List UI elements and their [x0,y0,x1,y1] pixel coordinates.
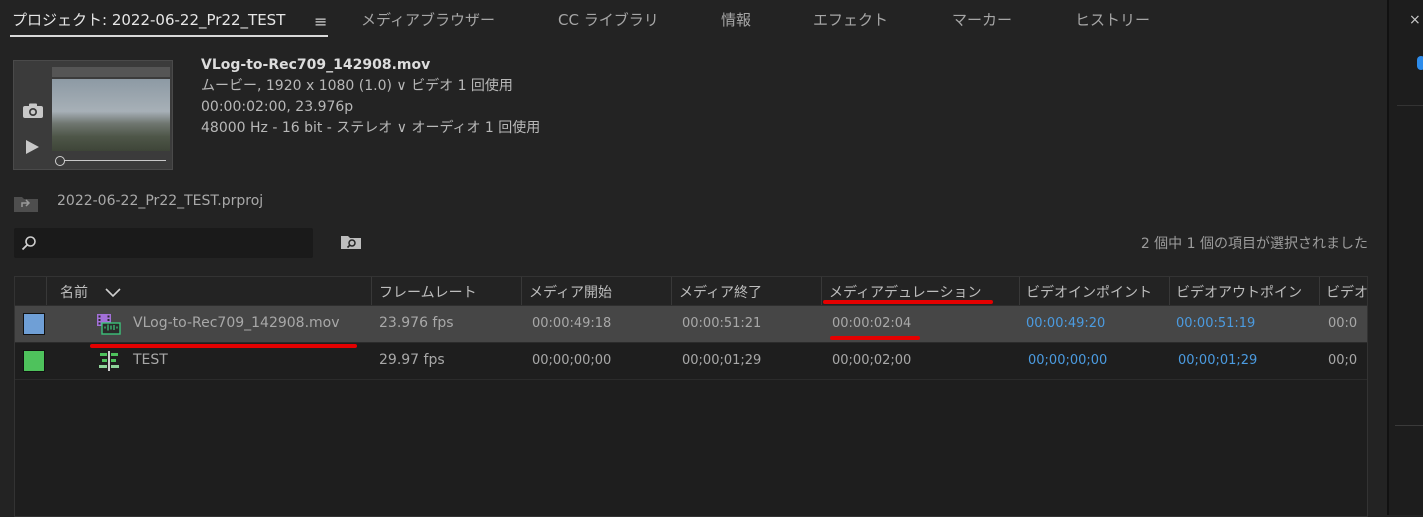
sequence-icon [99,351,119,371]
search-input[interactable] [14,228,313,258]
column-divider [371,277,372,305]
tab-info[interactable]: 情報 [721,9,751,30]
clip-video-info: ムービー, 1920 x 1080 (1.0) ∨ ビデオ 1 回使用 [201,78,513,94]
item-media-end: 00:00:51:21 [682,316,762,331]
scrubber-handle[interactable] [55,156,65,166]
tab-history[interactable]: ヒストリー [1075,9,1150,30]
item-name[interactable]: TEST [133,352,168,368]
item-name[interactable]: VLog-to-Rec709_142908.mov [133,315,340,331]
label-color-swatch[interactable] [23,313,45,335]
annotation-underline [90,344,357,348]
item-media-duration: 00;00;02;00 [832,353,912,368]
video-clip-icon [97,314,121,335]
search-icon [21,236,36,251]
active-tab-underline [10,35,328,37]
chevron-down-icon[interactable] [105,288,121,298]
annotation-underline [823,300,993,304]
clip-time-info: 00:00:02:00, 23.976p [201,99,354,115]
table-row[interactable]: VLog-to-Rec709_142908.mov 23.976 fps 00:… [15,306,1367,343]
clip-audio-info: 48000 Hz - 16 bit - ステレオ ∨ オーディオ 1 回使用 [201,120,541,136]
divider [1397,105,1423,106]
selection-status: 2 個中 1 個の項目が選択されました [1140,236,1368,252]
item-video-more: 00;0 [1328,353,1358,368]
item-media-duration: 00:00:02:04 [832,316,912,331]
close-icon[interactable]: × [1409,12,1421,28]
column-divider [521,277,522,305]
clip-thumbnail[interactable] [13,60,173,170]
clip-filename: VLog-to-Rec709_142908.mov [201,57,431,73]
item-media-end: 00;00;01;29 [682,353,762,368]
item-frame-rate: 29.97 fps [379,352,445,368]
column-header-frame-rate[interactable]: フレームレート [379,282,477,302]
column-header-name[interactable]: 名前 [60,282,88,302]
new-search-bin-icon[interactable] [340,234,362,250]
item-media-start: 00:00:49:18 [532,316,612,331]
item-video-in[interactable]: 00:00:49:20 [1026,316,1105,331]
column-header-video-in[interactable]: ビデオインポイント [1026,282,1152,302]
column-header-media-end[interactable]: メディア終了 [679,282,762,302]
thumbnail-top-bar [52,67,170,77]
item-video-out[interactable]: 00;00;01;29 [1178,353,1257,368]
play-icon[interactable] [24,139,40,155]
clip-info: VLog-to-Rec709_142908.mov ムービー, 1920 x 1… [201,55,540,139]
column-header-media-start[interactable]: メディア開始 [529,282,612,302]
item-video-more: 00:0 [1328,316,1358,331]
panel-menu-icon[interactable]: ≡ [314,12,327,31]
divider [1395,425,1423,464]
item-media-start: 00;00;00;00 [532,353,612,368]
column-divider [1019,277,1020,305]
bin-path: 2022-06-22_Pr22_TEST.prproj [57,193,264,209]
thumbnail-scrubber[interactable] [58,160,166,161]
panel-tab-bar: プロジェクト: 2022-06-22_Pr22_TEST ≡ メディアブラウザー… [0,0,1387,38]
column-divider [46,277,47,305]
column-header-video-more[interactable]: ビデオ [1326,282,1367,302]
annotation-underline [830,336,920,340]
camera-icon[interactable] [22,103,44,119]
column-header-video-out[interactable]: ビデオアウトポイン [1176,282,1302,302]
tab-media-browser[interactable]: メディアブラウザー [361,9,495,30]
adjacent-panel-indicator [1417,56,1423,70]
item-video-out[interactable]: 00:00:51:19 [1176,316,1255,331]
tab-cc-library[interactable]: CC ライブラリ [558,9,659,30]
item-video-in[interactable]: 00;00;00;00 [1028,353,1107,368]
parent-bin-icon[interactable] [13,193,39,213]
column-divider [1169,277,1170,305]
column-divider [821,277,822,305]
table-row[interactable]: TEST 29.97 fps 00;00;00;00 00;00;01;29 0… [15,343,1367,380]
column-header-row: 名前 フレームレート メディア開始 メディア終了 メディアデュレーション ビデオ… [15,277,1367,306]
label-color-swatch[interactable] [23,350,45,372]
tab-effects[interactable]: エフェクト [813,9,888,30]
tab-markers[interactable]: マーカー [952,9,1012,30]
thumbnail-image [52,79,170,151]
item-frame-rate: 23.976 fps [379,315,454,331]
column-divider [671,277,672,305]
column-header-media-duration[interactable]: メディアデュレーション [829,282,981,302]
tab-project[interactable]: プロジェクト: 2022-06-22_Pr22_TEST [12,9,285,30]
column-divider [1319,277,1320,305]
project-item-list: 名前 フレームレート メディア開始 メディア終了 メディアデュレーション ビデオ… [14,276,1368,517]
